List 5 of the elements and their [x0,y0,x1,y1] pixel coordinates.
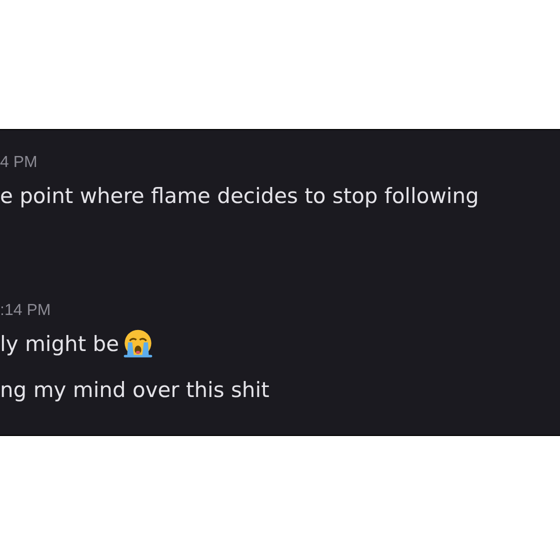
message-text: e point where flame decides to stop following [0,184,479,208]
message-text: ng my mind over this shit [0,378,270,402]
message-timestamp: :14 PM [0,300,52,320]
message-text: ly might be [0,332,120,356]
message-timestamp: 4 PM [0,152,38,172]
